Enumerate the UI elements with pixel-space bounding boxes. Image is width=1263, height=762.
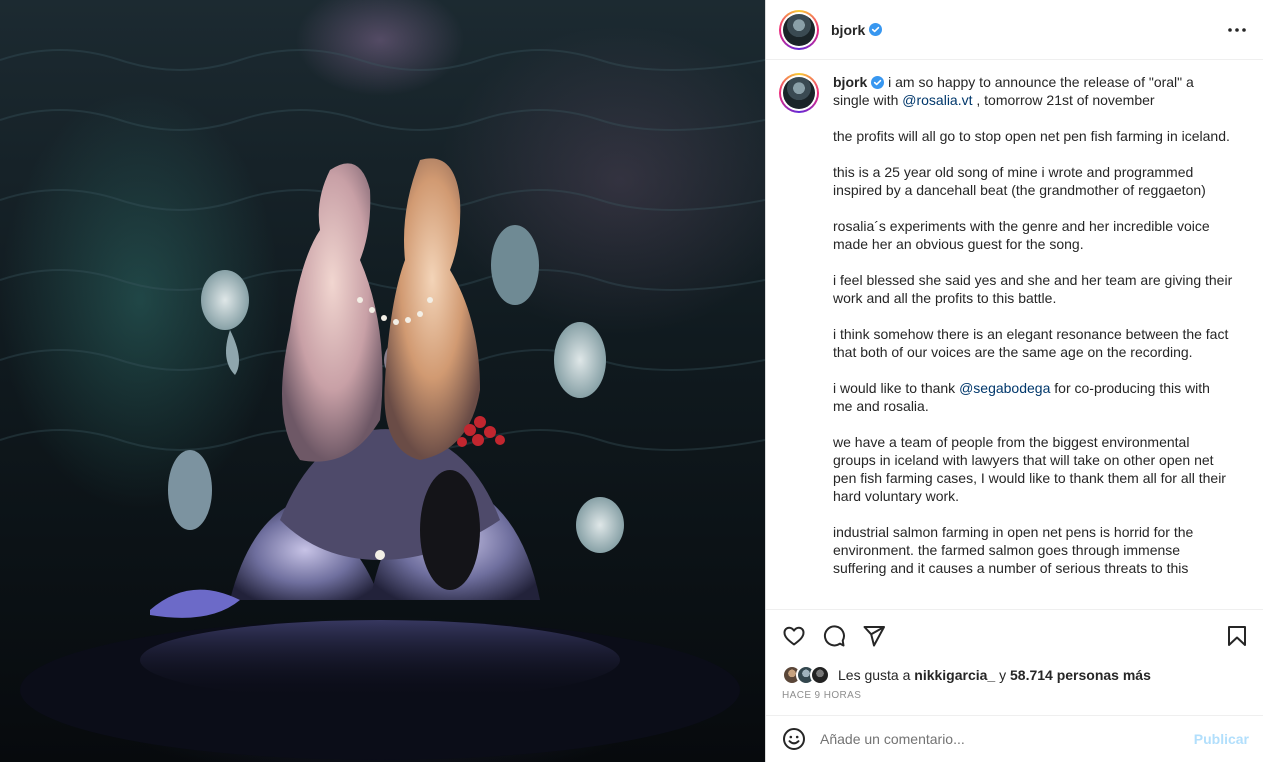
mention-link[interactable]: @rosalia.vt (902, 92, 972, 108)
post-dialog: bjork bjork i am so happy to announce th… (0, 0, 1263, 762)
caption-paragraph: the profits will all go to stop open net… (833, 128, 1230, 144)
liker-avatar (810, 665, 830, 685)
post-header: bjork (766, 0, 1263, 60)
caption-paragraph: i feel blessed she said yes and she and … (833, 272, 1237, 306)
post-image[interactable] (0, 0, 765, 762)
likes-summary[interactable]: Les gusta a nikkigarcia_ y 58.714 person… (782, 662, 1249, 688)
caption-paragraph: we have a team of people from the bigges… (833, 434, 1230, 504)
caption-paragraph: industrial salmon farming in open net pe… (833, 524, 1198, 576)
caption-paragraph: this is a 25 year old song of mine i wro… (833, 164, 1206, 198)
sculpture-artwork (0, 49, 765, 760)
avatar[interactable] (779, 9, 819, 50)
more-options-icon[interactable] (1225, 18, 1249, 42)
emoji-icon[interactable] (782, 727, 806, 751)
heart-icon[interactable] (782, 624, 806, 648)
caption-line: , tomorrow 21st of november (972, 92, 1155, 108)
action-bar (766, 609, 1263, 661)
likes-prefix: Les gusta a (838, 667, 911, 683)
likes-joiner: y (999, 667, 1007, 683)
likes-count[interactable]: 58.714 personas más (1010, 667, 1151, 683)
caption-paragraph: rosalia´s experiments with the genre and… (833, 218, 1214, 252)
caption: bjork i am so happy to announce the rele… (766, 61, 1263, 595)
verified-badge-icon (871, 76, 885, 89)
caption-paragraph: i think somehow there is an elegant reso… (833, 326, 1233, 360)
publish-button[interactable]: Publicar (1194, 731, 1249, 747)
caption-text: bjork i am so happy to announce the rele… (833, 73, 1233, 595)
bookmark-icon[interactable] (1225, 624, 1249, 648)
post-side-panel: bjork bjork i am so happy to announce th… (765, 0, 1263, 762)
liker-username[interactable]: nikkigarcia_ (914, 667, 995, 683)
caption-username[interactable]: bjork (833, 74, 867, 90)
caption-scroll[interactable]: bjork i am so happy to announce the rele… (766, 61, 1263, 609)
mention-link[interactable]: @segabodega (959, 380, 1050, 396)
comment-icon[interactable] (822, 624, 846, 648)
caption-line: i would like to thank (833, 380, 960, 396)
comment-input[interactable] (820, 731, 1194, 747)
post-timestamp[interactable]: HACE 9 HORAS (782, 690, 861, 701)
send-icon[interactable] (862, 624, 886, 648)
verified-badge-icon (869, 23, 883, 36)
header-username[interactable]: bjork (831, 22, 865, 38)
comment-bar: Publicar (766, 715, 1263, 762)
caption-avatar[interactable] (779, 73, 819, 113)
